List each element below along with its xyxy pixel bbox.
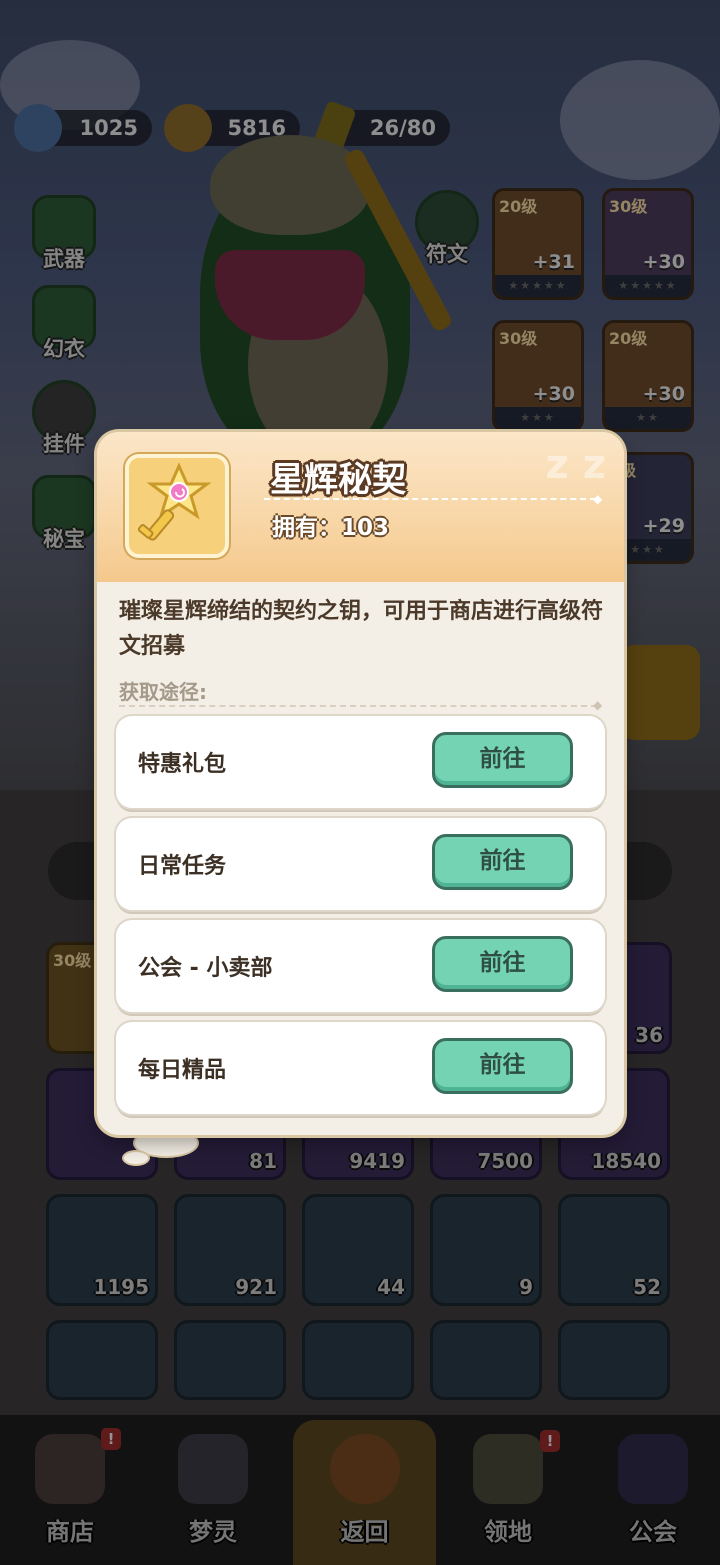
owned-label: 拥有： bbox=[272, 515, 341, 541]
diamond-icon: ◆ bbox=[593, 492, 603, 506]
source-name: 日常任务 bbox=[138, 854, 227, 879]
go-button[interactable]: 前往 bbox=[432, 936, 573, 992]
item-info-dialog: z z 星辉秘契 ◆ 拥有：103 璀璨星辉缔结的契约之钥，可用于商店进行高级符… bbox=[97, 432, 624, 1135]
dialog-bubble-tail bbox=[124, 1152, 148, 1164]
source-name: 公会 - 小卖部 bbox=[138, 956, 273, 981]
go-button[interactable]: 前往 bbox=[432, 834, 573, 890]
source-section-label: 获取途径: bbox=[119, 680, 207, 704]
source-row: 公会 - 小卖部 前往 bbox=[116, 920, 605, 1012]
source-row: 特惠礼包 前往 bbox=[116, 716, 605, 808]
item-description: 璀璨星辉缔结的契约之钥，可用于商店进行高级符文招募 bbox=[119, 599, 604, 659]
diamond-icon: ◆ bbox=[593, 698, 603, 712]
star-key-icon bbox=[137, 462, 212, 541]
sleep-zz-decoration: z z bbox=[545, 442, 607, 488]
dialog-header: z z 星辉秘契 ◆ 拥有：103 bbox=[97, 432, 624, 582]
source-row: 日常任务 前往 bbox=[116, 818, 605, 910]
title-divider bbox=[264, 498, 596, 500]
owned-count-row: 拥有：103 bbox=[272, 508, 389, 542]
go-button[interactable]: 前往 bbox=[432, 732, 573, 788]
owned-count: 103 bbox=[341, 515, 390, 541]
go-button[interactable]: 前往 bbox=[432, 1038, 573, 1094]
source-name: 每日精品 bbox=[138, 1058, 227, 1083]
item-icon-frame bbox=[125, 454, 229, 558]
source-divider bbox=[119, 705, 597, 707]
dialog-title: 星辉秘契 bbox=[270, 460, 406, 500]
source-row: 每日精品 前往 bbox=[116, 1022, 605, 1114]
source-name: 特惠礼包 bbox=[138, 752, 227, 777]
